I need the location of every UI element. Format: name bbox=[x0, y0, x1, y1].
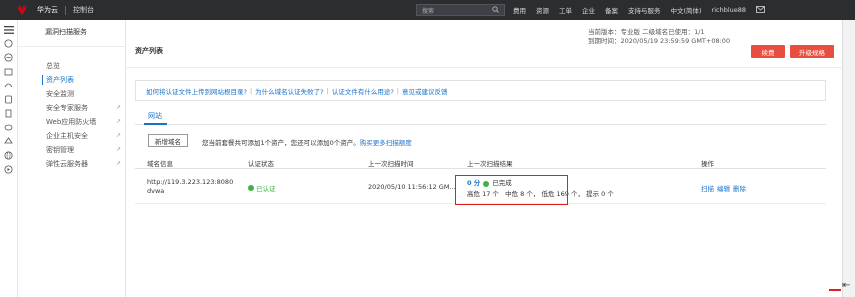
external-link-icon: ↗ bbox=[115, 160, 121, 167]
search-placeholder: 搜索 bbox=[422, 7, 435, 15]
hint-count: 提示 0 个 bbox=[586, 190, 614, 198]
col-auth-status: 认证状态 bbox=[248, 160, 274, 168]
sidebar-item-host-security[interactable]: 企业主机安全 ↗ bbox=[18, 129, 125, 143]
domain-name: dvwa bbox=[147, 187, 165, 195]
sidebar-item-label: 企业主机安全 bbox=[46, 132, 88, 140]
top-bar: 华为云 控制台 搜索 费用 资源 工单 企业 备案 支持与服务 中文(简体) r… bbox=[0, 0, 855, 20]
top-nav: 费用 资源 工单 企业 备案 支持与服务 中文(简体) richblue88 bbox=[513, 0, 765, 20]
search-icon[interactable] bbox=[492, 5, 499, 15]
home-icon[interactable] bbox=[3, 38, 15, 49]
cursor-icon: ⇤ bbox=[842, 280, 851, 291]
menu-icon[interactable] bbox=[3, 24, 15, 35]
buy-quota-link[interactable]: 购买更多扫描额度 bbox=[360, 139, 412, 147]
domain-url: http://119.3.223.123:8080 bbox=[147, 178, 234, 186]
nav-billing[interactable]: 费用 bbox=[513, 5, 526, 15]
huawei-cloud-logo-icon[interactable] bbox=[15, 4, 29, 16]
quota-text: 您当前套餐共可添加1个资产，您还可以添加0个资产。 bbox=[202, 139, 360, 147]
sidebar-item-key-management[interactable]: 密钥管理 ↗ bbox=[18, 143, 125, 157]
sidebar-item-label: 资产列表 bbox=[46, 76, 74, 84]
nav-language[interactable]: 中文(简体) bbox=[671, 5, 702, 15]
service-icon-rail bbox=[0, 20, 18, 297]
sidebar-item-ecs[interactable]: 弹性云服务器 ↗ bbox=[18, 157, 125, 171]
side-menu: 漏洞扫描服务 总览 资产列表 安全监测 安全专家服务 ↗ Web应用防火墙 ↗ 企业… bbox=[18, 20, 126, 297]
sidebar-item-waf[interactable]: Web应用防火墙 ↗ bbox=[18, 115, 125, 129]
auth-status-text: 已认证 bbox=[256, 185, 276, 193]
tab-bar-line bbox=[135, 124, 826, 125]
external-link-icon: ↗ bbox=[115, 132, 121, 139]
version-info: 当前版本：专业版 二级域名已使用：1/1 到期时间：2020/05/19 23:… bbox=[588, 28, 730, 46]
help-link-auth-failed[interactable]: 为什么域名认证失败了? bbox=[255, 86, 323, 96]
help-link-upload[interactable]: 如何将认证文件上传到网站根目录? bbox=[146, 86, 247, 96]
corner-marker bbox=[829, 289, 841, 291]
sidebar-item-label: 总览 bbox=[46, 62, 60, 70]
sidebar-item-label: Web应用防火墙 bbox=[46, 118, 97, 126]
nav-icp[interactable]: 备案 bbox=[605, 5, 618, 15]
globe-icon[interactable] bbox=[3, 150, 15, 161]
nav-username[interactable]: richblue88 bbox=[712, 6, 747, 14]
console-link[interactable]: 控制台 bbox=[73, 5, 94, 15]
divider bbox=[126, 67, 842, 68]
global-search-input[interactable]: 搜索 bbox=[416, 4, 505, 16]
page-title: 资产列表 bbox=[135, 47, 163, 55]
main-content: 资产列表 当前版本：专业版 二级域名已使用：1/1 到期时间：2020/05/1… bbox=[126, 20, 842, 297]
expiry-line: 到期时间：2020/05/19 23:59:59 GMT+08:00 bbox=[588, 37, 731, 45]
col-last-scan-time: 上一次扫描时间 bbox=[368, 160, 414, 168]
quota-info: 您当前套餐共可添加1个资产，您还可以添加0个资产。购买更多扫描额度 bbox=[202, 137, 412, 147]
storage-icon[interactable] bbox=[3, 122, 15, 133]
database-icon[interactable] bbox=[3, 94, 15, 105]
external-link-icon: ↗ bbox=[115, 104, 121, 111]
sidebar-item-label: 弹性云服务器 bbox=[46, 160, 88, 168]
col-domain: 域名信息 bbox=[147, 160, 173, 168]
sidebar-item-asset-list[interactable]: 资产列表 bbox=[18, 73, 125, 87]
sidebar-item-label: 密钥管理 bbox=[46, 146, 74, 154]
external-link-icon: ↗ bbox=[115, 118, 121, 125]
sidebar-item-expert-service[interactable]: 安全专家服务 ↗ bbox=[18, 101, 125, 115]
table-header: 域名信息 认证状态 上一次扫描时间 上一次扫描结果 操作 bbox=[135, 154, 826, 169]
help-link-auth-file[interactable]: 认证文件有什么用途? bbox=[332, 86, 394, 96]
separator: | bbox=[396, 86, 399, 95]
mail-icon[interactable] bbox=[756, 5, 765, 15]
document-icon[interactable] bbox=[3, 108, 15, 119]
nav-resources[interactable]: 资源 bbox=[536, 5, 549, 15]
active-tab-indicator bbox=[144, 123, 167, 125]
cloud-icon[interactable] bbox=[3, 52, 15, 63]
right-edge-border bbox=[842, 20, 843, 297]
sidebar-item-overview[interactable]: 总览 bbox=[18, 59, 125, 73]
last-scan-time: 2020/05/10 11:56:12 GM... bbox=[368, 183, 456, 191]
auth-status: 已认证 bbox=[248, 183, 276, 193]
actions-cell: 扫描 编辑 删除 bbox=[701, 183, 749, 193]
table-row: http://119.3.223.123:8080 dvwa 已认证 2020/… bbox=[135, 170, 826, 205]
divider bbox=[65, 5, 66, 15]
tab-website[interactable]: 网站 bbox=[148, 111, 162, 121]
scan-action[interactable]: 扫描 bbox=[701, 185, 714, 193]
nav-tickets[interactable]: 工单 bbox=[559, 5, 572, 15]
add-domain-button[interactable]: 新增域名 bbox=[148, 134, 188, 147]
play-icon[interactable] bbox=[3, 164, 15, 175]
col-last-scan-result: 上一次扫描结果 bbox=[467, 160, 513, 168]
edit-action[interactable]: 编辑 bbox=[717, 185, 730, 193]
upgrade-button[interactable]: 升级规格 bbox=[790, 45, 834, 58]
separator: | bbox=[326, 86, 329, 95]
sidebar-item-label: 安全监测 bbox=[46, 90, 74, 98]
version-line: 当前版本：专业版 二级域名已使用：1/1 bbox=[588, 28, 705, 36]
building-icon[interactable] bbox=[3, 66, 15, 77]
brand-name[interactable]: 华为云 bbox=[37, 5, 58, 15]
service-title: 漏洞扫描服务 bbox=[18, 20, 125, 47]
help-links-bar: 如何将认证文件上传到网站根目录? | 为什么域名认证失败了? | 认证文件有什么… bbox=[135, 80, 826, 101]
col-actions: 操作 bbox=[701, 160, 714, 168]
check-icon bbox=[248, 185, 254, 191]
sidebar-item-label: 安全专家服务 bbox=[46, 104, 88, 112]
delete-action[interactable]: 删除 bbox=[733, 185, 746, 193]
domain-cell: http://119.3.223.123:8080 dvwa bbox=[147, 178, 233, 196]
renew-button[interactable]: 续费 bbox=[751, 45, 785, 58]
help-link-feedback[interactable]: 意见或建议反馈 bbox=[402, 86, 448, 96]
annotation-highlight-box bbox=[455, 175, 568, 205]
nav-enterprise[interactable]: 企业 bbox=[582, 5, 595, 15]
network-icon[interactable] bbox=[3, 80, 15, 91]
separator: | bbox=[249, 86, 253, 95]
external-link-icon: ↗ bbox=[115, 146, 121, 153]
sidebar-item-security-monitoring[interactable]: 安全监测 bbox=[18, 87, 125, 101]
nav-support[interactable]: 支持与服务 bbox=[628, 5, 661, 15]
tree-icon[interactable] bbox=[3, 136, 15, 147]
